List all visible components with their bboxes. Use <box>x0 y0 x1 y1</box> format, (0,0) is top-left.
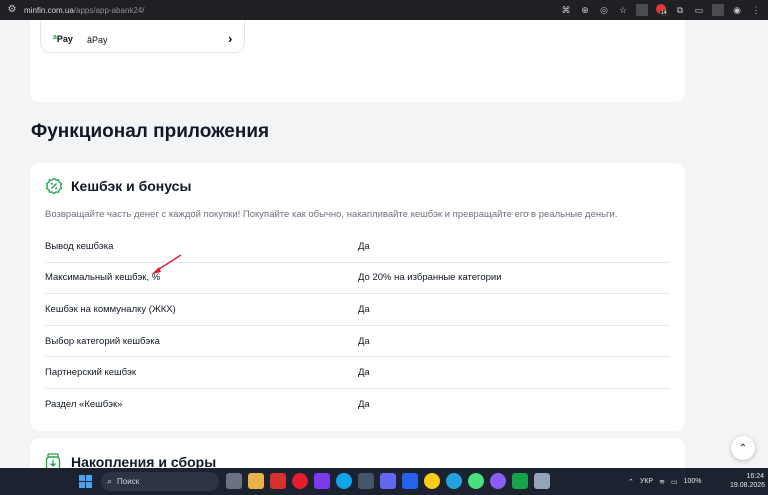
url-host: minfin.com.ua <box>24 5 74 15</box>
menu-icon[interactable]: ⋮ <box>750 4 762 16</box>
taskbar-search-placeholder: Поиск <box>117 477 140 486</box>
profile-icon[interactable]: ◉ <box>731 4 743 16</box>
wifi-icon[interactable]: ≋ <box>659 478 665 486</box>
row-label: Максимальный кешбэк, % <box>45 272 161 284</box>
savings-card: Накопления и сборы <box>30 438 685 468</box>
puzzle-icon[interactable]: ⧉ <box>674 4 686 16</box>
row-label: Кешбэк на коммуналку (ЖКХ) <box>45 303 176 315</box>
store-icon[interactable] <box>358 473 374 489</box>
excel-icon[interactable] <box>512 473 528 489</box>
file-explorer-icon[interactable] <box>248 473 264 489</box>
task-view-icon[interactable] <box>226 473 242 489</box>
lastpass-icon[interactable] <box>270 473 286 489</box>
cashback-table: Вывод кешбэка Да Максимальный кешбэк, % До… <box>45 231 670 421</box>
toolbar-divider <box>636 4 648 16</box>
chevron-up-icon: ⌃ <box>738 442 748 454</box>
language-indicator[interactable]: УКР <box>640 478 653 485</box>
jar-icon <box>45 453 61 468</box>
site-settings-icon[interactable]: ⚙ <box>6 4 18 16</box>
apay-label: âPay <box>87 35 108 45</box>
savings-title: Накопления и сборы <box>71 454 217 468</box>
table-row: Максимальный кешбэк, % До 20% на избранны… <box>45 263 670 295</box>
clock-time: 16:24 <box>746 473 764 480</box>
copilot-icon[interactable] <box>314 473 330 489</box>
telegram-icon[interactable] <box>446 473 462 489</box>
scroll-to-top-button[interactable]: ⌃ <box>731 436 755 460</box>
translate-icon[interactable]: ⌘ <box>560 4 572 16</box>
table-row: Вывод кешбэка Да <box>45 231 670 263</box>
annotation-arrow <box>152 254 182 274</box>
clock-date: 19.08.2026 <box>730 482 766 489</box>
row-value: Да <box>358 367 370 379</box>
edge-icon[interactable] <box>336 473 352 489</box>
percent-badge-icon <box>45 177 63 195</box>
browser-address-bar: ⚙ minfin.com.ua/apps/app-abank24/ ⌘ ⊕ ◎ … <box>0 0 768 20</box>
eye-off-icon[interactable]: ◎ <box>598 4 610 16</box>
row-label: Раздел «Кешбэк» <box>45 399 123 411</box>
system-tray: ⌃ УКР ≋ ▭ 100% <box>628 468 701 495</box>
extension-icon[interactable]: 14 <box>655 4 668 16</box>
savings-header: Накопления и сборы <box>45 453 216 468</box>
sidebar-icon[interactable]: ▭ <box>693 4 705 16</box>
viber-icon[interactable] <box>490 473 506 489</box>
table-row: Партнерский кешбэк Да <box>45 357 670 389</box>
battery-icon[interactable]: ▭ <box>671 478 678 486</box>
row-value: До 20% на избранные категории <box>358 272 502 284</box>
cashback-description: Возвращайте часть денег с каждой покупки… <box>45 209 618 220</box>
dropbox-icon[interactable] <box>402 473 418 489</box>
search-icon: ⌕ <box>107 476 113 486</box>
row-value: Да <box>358 240 370 252</box>
row-label: Выбор категорий кешбэка <box>45 335 160 347</box>
chevron-up-icon[interactable]: ⌃ <box>628 478 634 486</box>
cashback-header: Кешбэк и бонусы <box>45 177 191 195</box>
cashback-card: Кешбэк и бонусы Возвращайте часть денег … <box>30 163 685 431</box>
section-title: Функционал приложения <box>31 121 270 142</box>
table-row: Кешбэк на коммуналку (ЖКХ) Да <box>45 294 670 326</box>
row-label: Вывод кешбэка <box>45 240 114 252</box>
star-icon[interactable]: ☆ <box>617 4 629 16</box>
taskbar-search[interactable]: ⌕ Поиск <box>101 472 219 491</box>
extension-badge-count: 14 <box>660 10 668 16</box>
opera-icon[interactable] <box>292 473 308 489</box>
taskbar-clock[interactable]: 16:24 19.08.2026 <box>730 472 766 490</box>
chrome-icon[interactable] <box>424 473 440 489</box>
table-row: Выбор категорий кешбэка Да <box>45 326 670 358</box>
windows-taskbar: ⌕ Поиск ⌃ УКР ≋ ▭ 100% 16:24 19.08.2026 <box>0 468 768 495</box>
teams-icon[interactable] <box>380 473 396 489</box>
battery-percent: 100% <box>683 478 702 485</box>
taskbar-apps <box>226 473 550 489</box>
row-label: Партнерский кешбэк <box>45 367 137 379</box>
windows-start-icon[interactable] <box>79 475 92 488</box>
page-content: aPay âPay › Функционал приложения Кешбэк… <box>0 20 768 468</box>
chevron-right-icon: › <box>228 31 233 46</box>
table-row: Раздел «Кешбэк» Да <box>45 389 670 421</box>
zoom-icon[interactable]: ⊕ <box>579 4 591 16</box>
utorrent-icon[interactable] <box>468 473 484 489</box>
row-value: Да <box>358 303 370 315</box>
apay-item[interactable]: aPay âPay › <box>40 20 245 53</box>
cashback-title: Кешбэк и бонусы <box>71 178 192 194</box>
row-value: Да <box>358 399 370 411</box>
address-field[interactable]: minfin.com.ua/apps/app-abank24/ <box>24 6 560 15</box>
apay-logo: aPay <box>53 34 73 44</box>
row-value: Да <box>358 335 370 347</box>
calculator-icon[interactable] <box>534 473 550 489</box>
toolbar-divider <box>712 4 724 16</box>
url-path: /apps/app-abank24/ <box>73 5 145 15</box>
